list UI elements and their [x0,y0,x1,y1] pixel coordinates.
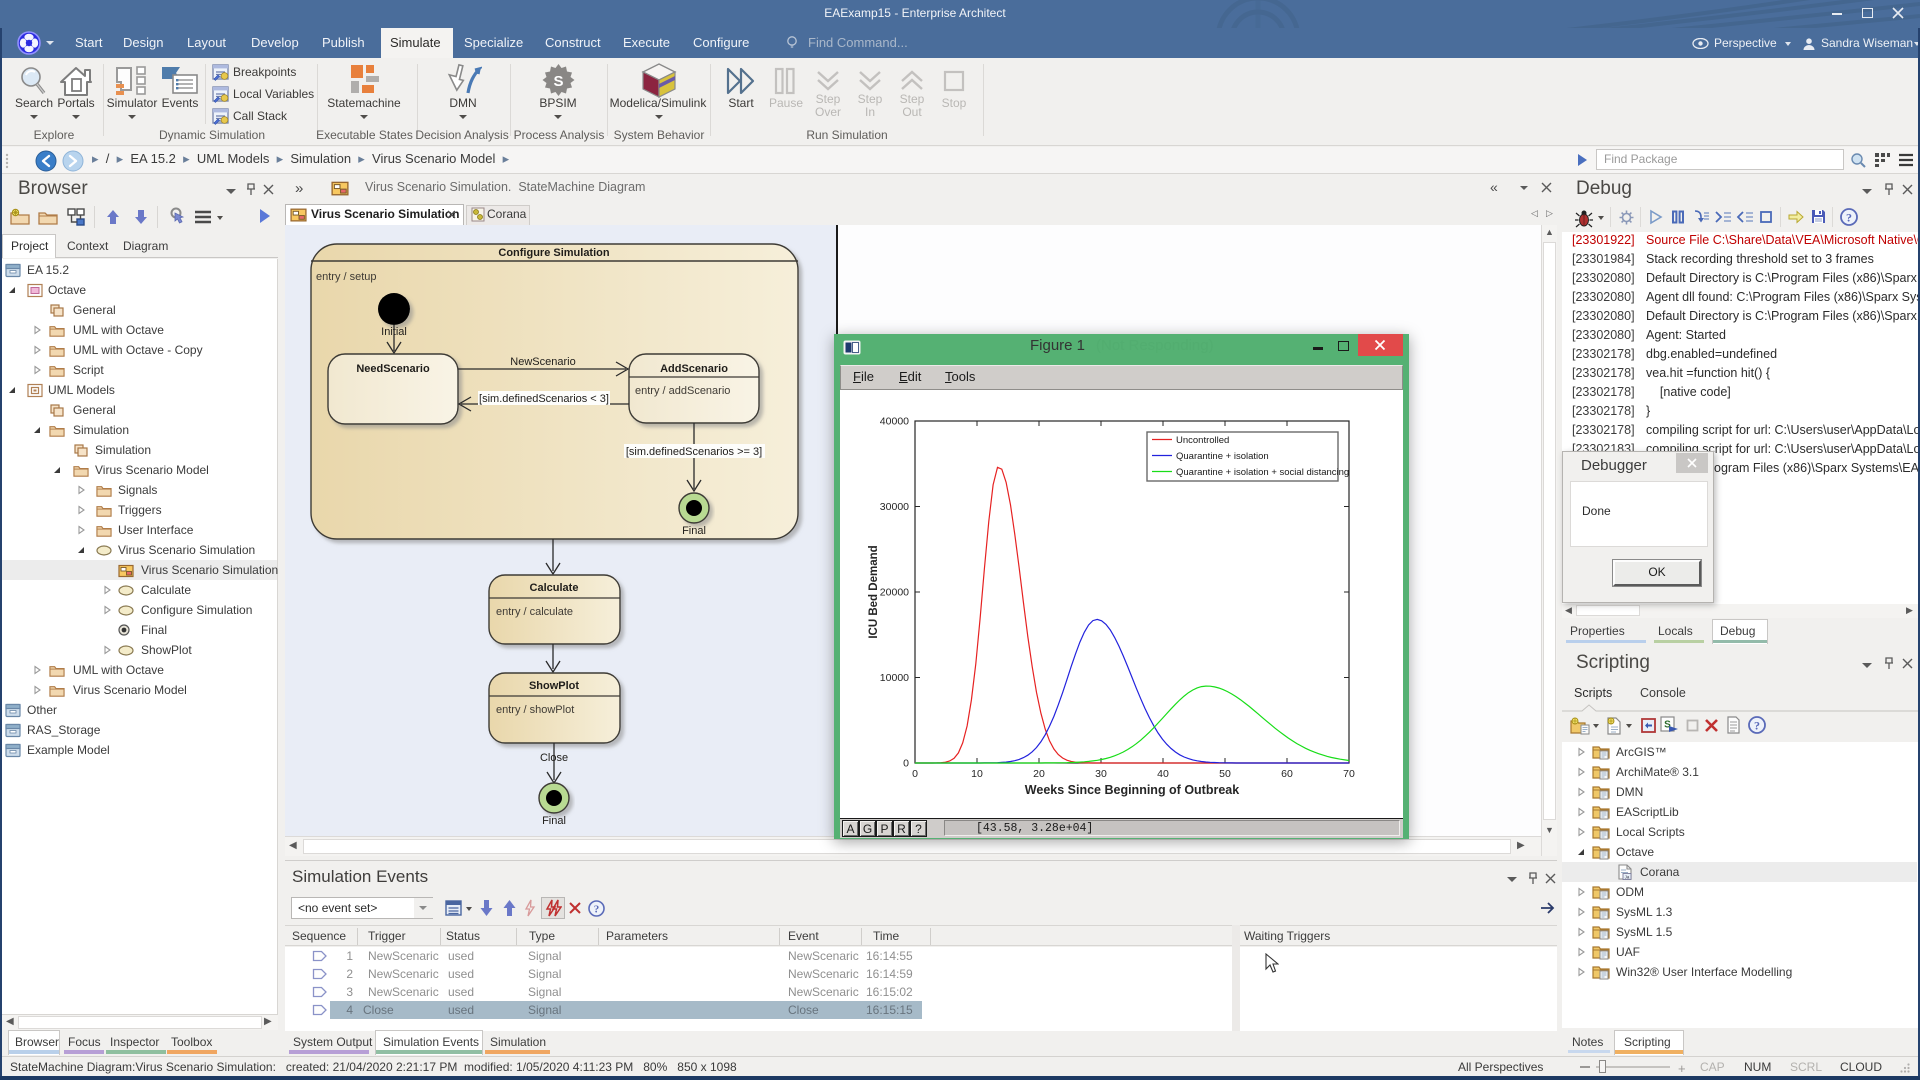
svg-text:NeedScenario: NeedScenario [356,363,430,375]
svg-text:50: 50 [1219,768,1231,780]
svg-text:60: 60 [1281,768,1293,780]
svg-text:Quarantine + isolation: Quarantine + isolation [1176,451,1269,462]
svg-text:70: 70 [1343,768,1355,780]
svg-text:0: 0 [912,768,918,780]
svg-text:Uncontrolled: Uncontrolled [1176,435,1229,446]
svg-text:40000: 40000 [880,416,909,428]
svg-text:?: ? [1846,211,1852,225]
svg-text:20000: 20000 [880,587,909,599]
svg-text:ShowPlot: ShowPlot [529,680,579,692]
svg-text:AddScenario: AddScenario [660,363,728,375]
svg-text:?: ? [1754,719,1760,733]
svg-text:entry / showPlot: entry / showPlot [496,704,574,716]
svg-text:Configure Simulation: Configure Simulation [498,247,610,259]
svg-text:10: 10 [971,768,983,780]
svg-text:entry / calculate: entry / calculate [496,606,573,618]
svg-text:[sim.definedScenarios < 3]: [sim.definedScenarios < 3] [479,393,609,405]
svg-text:10000: 10000 [880,672,909,684]
svg-text:[sim.definedScenarios >= 3]: [sim.definedScenarios >= 3] [626,446,762,458]
svg-text:Quarantine + isolation + socia: Quarantine + isolation + social distanci… [1176,467,1349,478]
svg-text:Calculate: Calculate [530,582,579,594]
svg-text:Final: Final [682,525,706,537]
svg-text:entry / setup: entry / setup [316,271,377,283]
svg-text:NewScenario: NewScenario [510,356,575,368]
svg-text:40: 40 [1157,768,1169,780]
svg-text:30: 30 [1095,768,1107,780]
svg-text:S: S [553,73,563,90]
svg-text:30000: 30000 [880,501,909,513]
svg-text:Close: Close [540,752,568,764]
svg-text:ICU Bed Demand: ICU Bed Demand [868,545,880,638]
svg-text:0: 0 [903,758,909,770]
svg-text:20: 20 [1033,768,1045,780]
svg-text:Weeks Since Beginning of Outbr: Weeks Since Beginning of Outbreak [1025,783,1239,797]
svg-text:entry / addScenario: entry / addScenario [635,385,730,397]
svg-text:?: ? [594,904,600,916]
svg-text:Final: Final [542,815,566,827]
